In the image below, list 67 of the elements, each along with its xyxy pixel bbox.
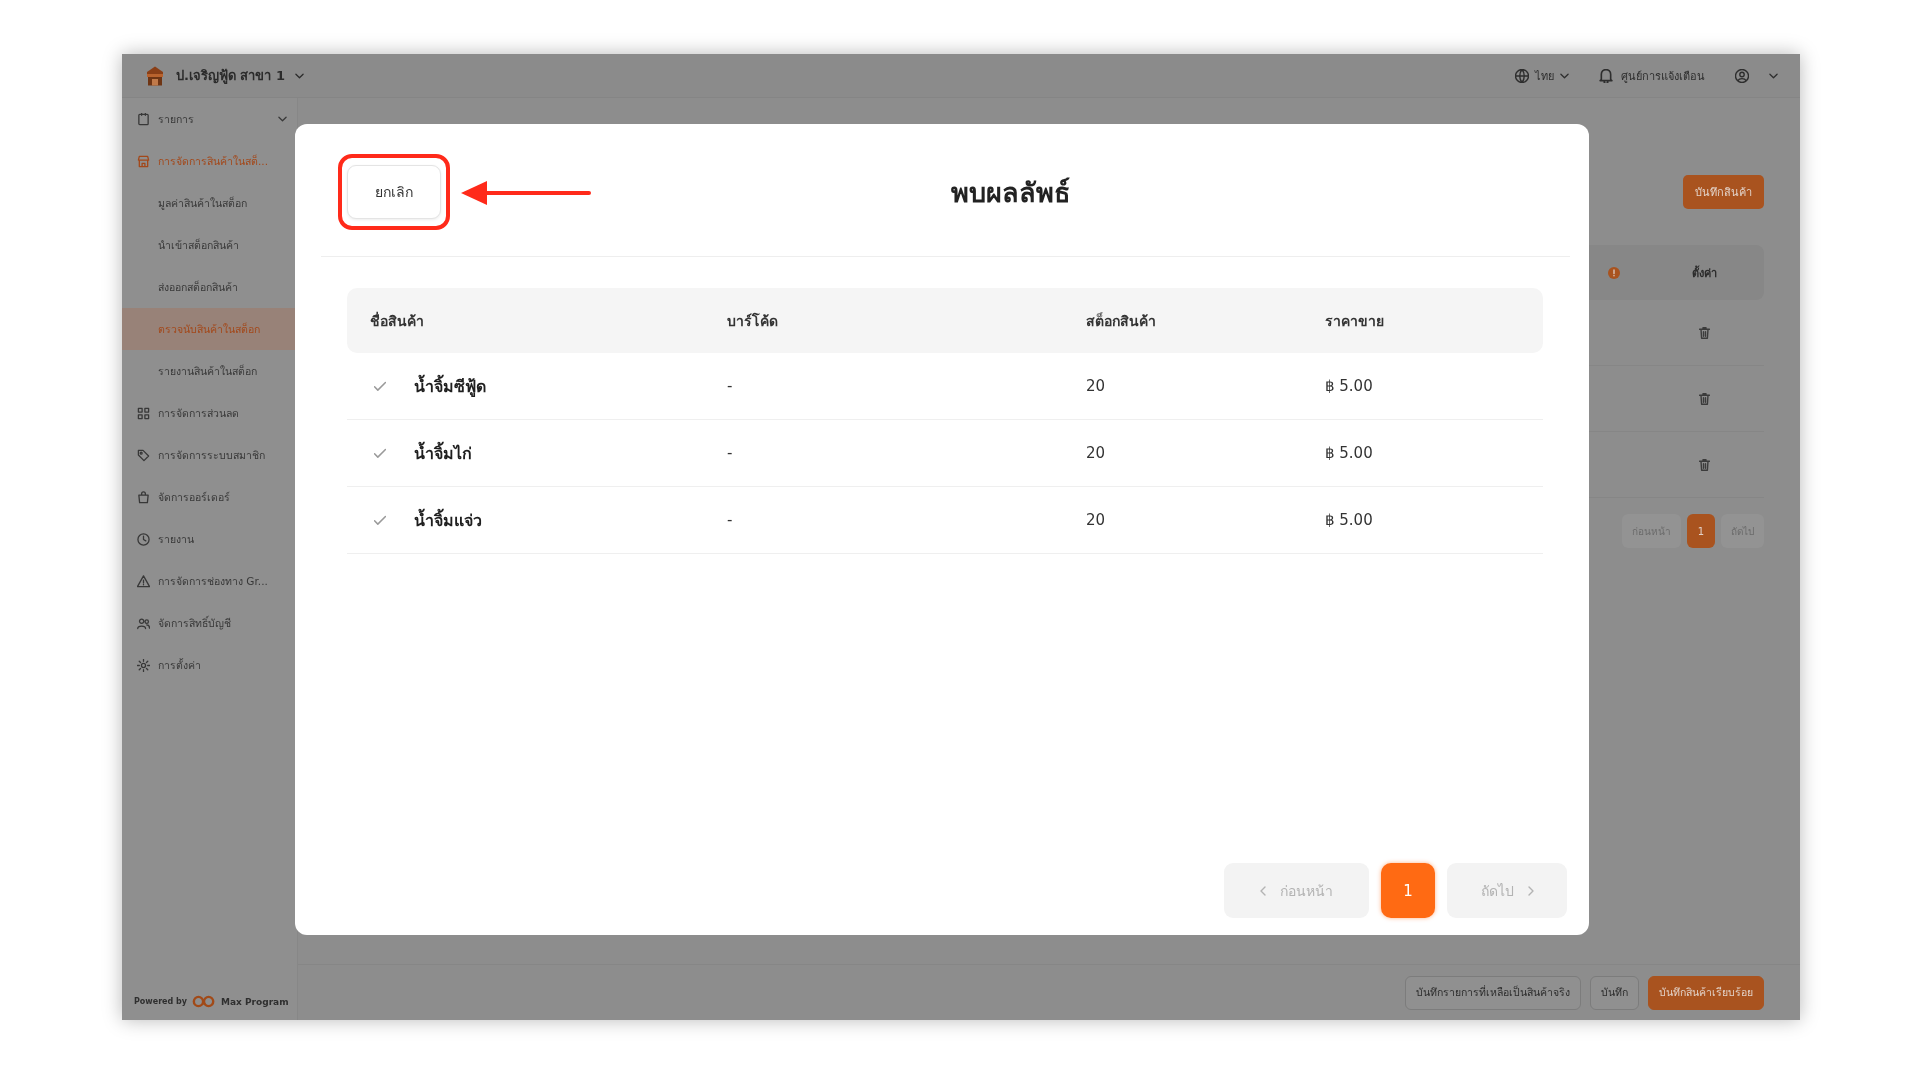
product-name: น้ำจิ้มซีฟู้ด bbox=[414, 373, 486, 399]
trash-icon[interactable] bbox=[1698, 458, 1710, 471]
notification-center-button[interactable]: ศูนย์การแจ้งเตือน bbox=[1599, 66, 1705, 85]
sidebar-item[interactable]: จัดการสิทธิ์บัญชี bbox=[122, 602, 297, 644]
grid-icon bbox=[137, 406, 150, 420]
house-logo-icon bbox=[144, 64, 166, 87]
tag-icon bbox=[137, 448, 150, 462]
sidebar-item[interactable]: การจัดการช่องทาง Gr... bbox=[122, 560, 297, 602]
chevron-down-icon bbox=[1769, 72, 1778, 79]
chevron-down-icon bbox=[1560, 72, 1569, 79]
footer-button[interactable]: บันทึกสินค้าเรียบร้อย bbox=[1648, 975, 1764, 1010]
gear-icon bbox=[137, 658, 150, 672]
sidebar-item[interactable]: การจัดการส่วนลด bbox=[122, 392, 297, 434]
user-icon bbox=[1735, 68, 1749, 83]
table-cell: 20 bbox=[1086, 377, 1106, 395]
bell-icon bbox=[1599, 68, 1613, 83]
sidebar-item[interactable]: จัดการออร์เดอร์ bbox=[122, 476, 297, 518]
dialog-title: พบผลลัพธ์ bbox=[950, 175, 1070, 210]
language-selector[interactable]: ไทย bbox=[1515, 66, 1569, 85]
footer-button[interactable]: บันทึก bbox=[1590, 975, 1639, 1010]
chevron-right-icon bbox=[1527, 885, 1534, 896]
sidebar-subitem[interactable]: นำเข้าสต็อกสินค้า bbox=[122, 224, 297, 266]
warning-icon bbox=[137, 574, 150, 588]
sidebar-subitem[interactable]: มูลค่าสินค้าในสต็อก bbox=[122, 182, 297, 224]
table-cell: - bbox=[727, 511, 733, 529]
page-number-button[interactable]: 1 bbox=[1687, 514, 1715, 548]
bag-icon bbox=[137, 490, 150, 504]
trash-icon[interactable] bbox=[1698, 326, 1710, 339]
table-cell: - bbox=[727, 444, 733, 462]
chevron-left-icon bbox=[1260, 885, 1266, 896]
powered-by-text: Powered by bbox=[134, 997, 187, 1006]
table-cell: ฿ 5.00 bbox=[1325, 444, 1373, 462]
sidebar-item[interactable]: รายการ bbox=[122, 98, 297, 140]
table-cell: ฿ 5.00 bbox=[1325, 377, 1373, 395]
save-product-button[interactable]: บันทึกสินค้า bbox=[1683, 175, 1764, 209]
chevron-down-icon bbox=[278, 116, 287, 122]
product-name: น้ำจิ้มแจ่ว bbox=[414, 507, 482, 532]
column-header: ตั้งค่า bbox=[1690, 264, 1718, 282]
footer-button[interactable]: บันทึกรายการที่เหลือเป็นสินค้าจริง bbox=[1405, 975, 1581, 1010]
cancel-button[interactable]: ยกเลิก bbox=[347, 165, 441, 219]
table-cell: 20 bbox=[1086, 444, 1106, 462]
account-menu-button[interactable] bbox=[1735, 68, 1778, 83]
column-header: ราคาขาย bbox=[1325, 311, 1384, 331]
sidebar-subitem[interactable]: รายงานสินค้าในสต็อก bbox=[122, 350, 297, 392]
sidebar-item[interactable]: รายงาน bbox=[122, 518, 297, 560]
product-name: น้ำจิ้มไก่ bbox=[414, 440, 472, 465]
brand-name: Max Program bbox=[221, 996, 289, 1007]
column-header: สต็อกสินค้า bbox=[1086, 311, 1156, 331]
store-icon bbox=[137, 154, 150, 168]
column-header: บาร์โค้ด bbox=[727, 311, 778, 331]
sidebar-subitem[interactable]: ส่งออกสต็อกสินค้า bbox=[122, 266, 297, 308]
branch-selector[interactable]: ป.เจริญฟู้ด สาขา 1 bbox=[176, 65, 305, 86]
column-header: ชื่อสินค้า bbox=[370, 310, 424, 331]
page-number-button[interactable]: 1 bbox=[1381, 863, 1435, 918]
table-cell: 20 bbox=[1086, 511, 1106, 529]
chevron-down-icon bbox=[295, 72, 305, 79]
calendar-icon bbox=[137, 112, 150, 126]
globe-icon bbox=[1515, 68, 1529, 83]
clock-icon bbox=[137, 532, 150, 546]
trash-icon[interactable] bbox=[1698, 392, 1710, 405]
table-cell: ฿ 5.00 bbox=[1325, 511, 1373, 529]
rings-logo-icon bbox=[192, 995, 216, 1008]
sidebar-item[interactable]: การจัดการระบบสมาชิก bbox=[122, 434, 297, 476]
table-cell: - bbox=[727, 377, 733, 395]
sidebar-item[interactable]: การตั้งค่า bbox=[122, 644, 297, 686]
alert-icon bbox=[1608, 266, 1620, 279]
users-icon bbox=[137, 616, 150, 630]
